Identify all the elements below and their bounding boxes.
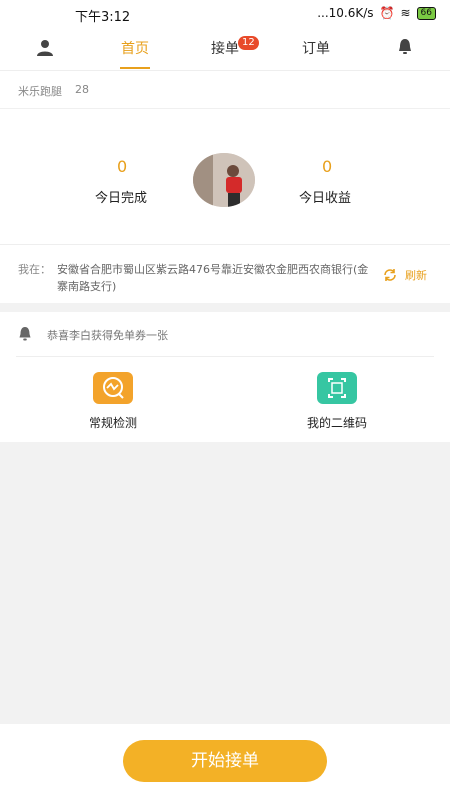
tab-home-underline bbox=[120, 67, 150, 69]
location-label: 我在： bbox=[18, 263, 51, 276]
tool-my-qrcode[interactable]: 我的二维码 bbox=[282, 372, 392, 431]
tab-home[interactable]: 首页 bbox=[121, 38, 149, 58]
user-name: 米乐跑腿 bbox=[18, 85, 62, 98]
alarm-icon: ⏰ bbox=[379, 6, 395, 20]
tool-my-qrcode-label: 我的二维码 bbox=[306, 416, 367, 430]
today-income-label: 今日收益 bbox=[299, 191, 352, 206]
today-income-value: 0 bbox=[322, 157, 333, 176]
user-info: 米乐跑腿 28 bbox=[0, 70, 450, 109]
tool-routine-check-label: 常规检测 bbox=[88, 416, 137, 430]
notice-divider bbox=[16, 356, 434, 357]
status-time: 下午3:12 bbox=[75, 10, 131, 25]
tool-routine-check[interactable]: 常规检测 bbox=[58, 372, 168, 431]
location-bar: 我在： 安徽省合肥市蜀山区紫云路476号靠近安徽农金肥西农商银行(金寨南路支行)… bbox=[0, 244, 450, 303]
refresh-button[interactable]: 刷新 bbox=[405, 267, 427, 283]
battery-level: 66 bbox=[416, 6, 436, 20]
today-done-value: 0 bbox=[117, 157, 128, 176]
tab-orders[interactable]: 订单 bbox=[302, 38, 330, 58]
qr-frame-icon bbox=[317, 372, 357, 404]
chat-check-icon bbox=[93, 372, 133, 404]
status-bar: 下午3:12 ...10.6K/s ⏰ ≋ 66 bbox=[0, 0, 450, 28]
notice-bell-icon bbox=[19, 327, 31, 341]
user-age: 28 bbox=[75, 83, 89, 96]
location-address: 安徽省合肥市蜀山区紫云路476号靠近安徽农金肥西农商银行(金寨南路支行) bbox=[57, 263, 369, 293]
bottom-bar: 开始接单 bbox=[0, 724, 450, 800]
top-nav: 首页 接单 12 订单 bbox=[0, 28, 450, 70]
accept-orders-badge: 12 bbox=[238, 36, 259, 50]
tab-accept-orders[interactable]: 接单 bbox=[211, 38, 239, 58]
avatar-photo bbox=[193, 153, 255, 207]
network-speed: ...10.6K/s bbox=[317, 6, 374, 20]
notice-text: 恭喜李白获得免单券一张 bbox=[47, 329, 168, 342]
bell-icon[interactable] bbox=[396, 38, 414, 56]
status-right: ...10.6K/s ⏰ ≋ 66 bbox=[317, 6, 436, 20]
refresh-icon[interactable] bbox=[382, 267, 398, 283]
today-done-label: 今日完成 bbox=[95, 191, 148, 206]
wifi-icon: ≋ bbox=[400, 6, 411, 20]
start-accepting-button[interactable]: 开始接单 bbox=[123, 740, 327, 782]
avatar[interactable] bbox=[193, 153, 255, 207]
user-icon[interactable] bbox=[36, 38, 54, 56]
notice-panel: 恭喜李白获得免单券一张 常规检测 我的二维码 bbox=[0, 312, 450, 442]
stats-panel: 0 今日完成 0 今日收益 bbox=[0, 108, 450, 245]
